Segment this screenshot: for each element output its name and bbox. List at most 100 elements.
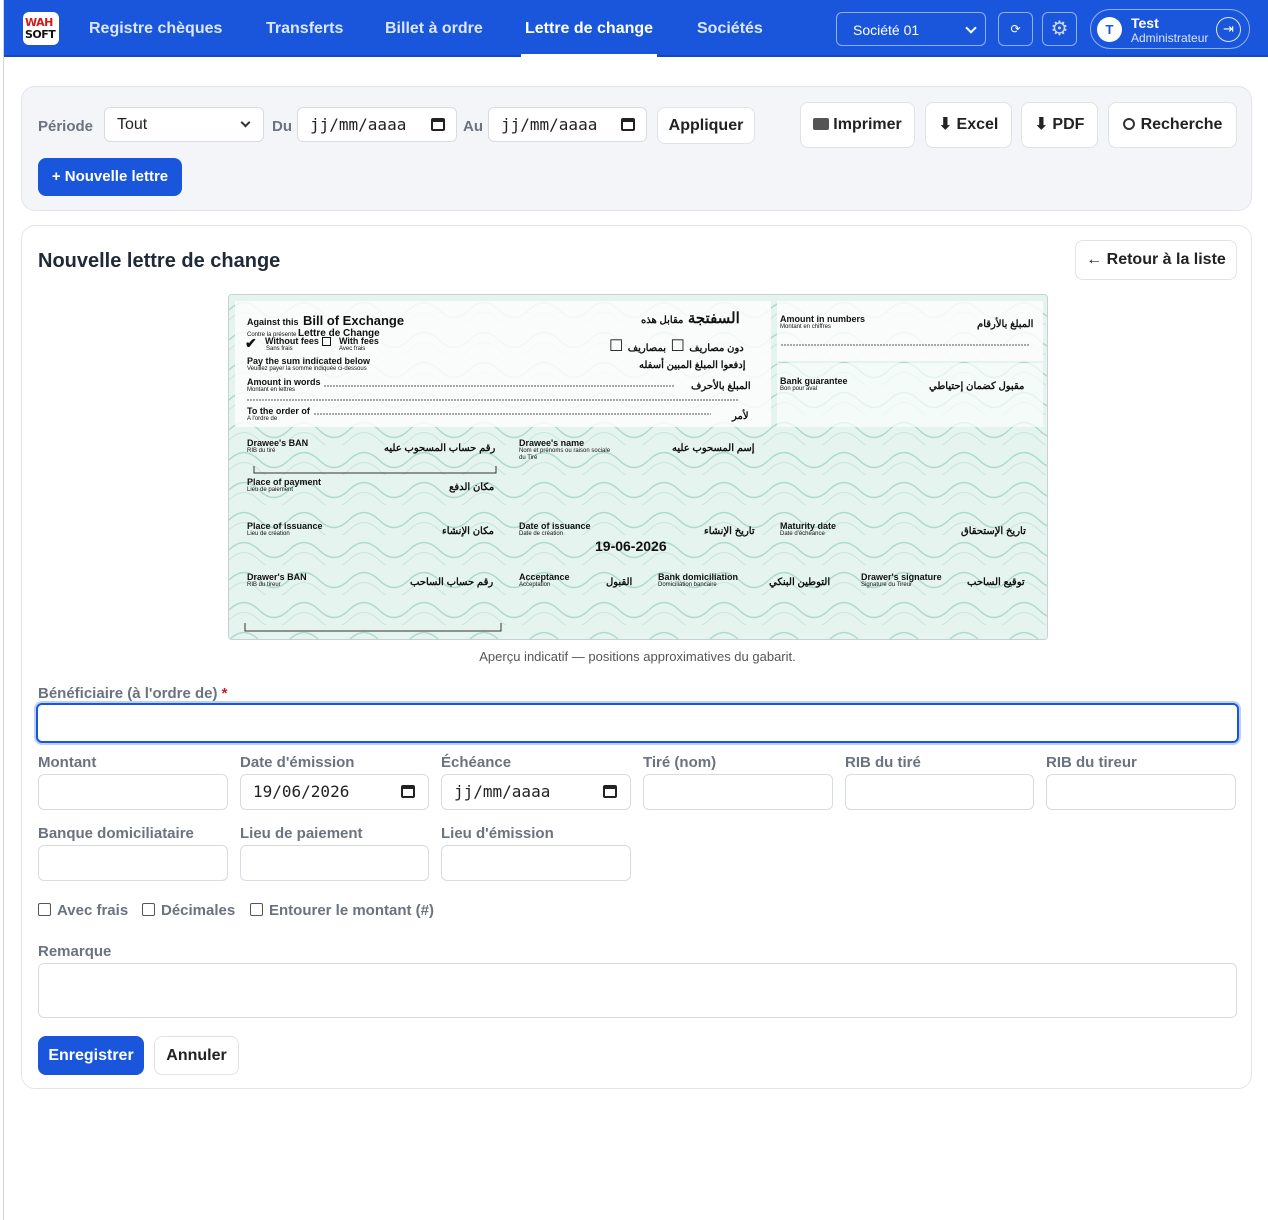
check-date-issuance-ar: تاريخ الإنشاء: [704, 526, 755, 537]
du-date-input[interactable]: jj/mm/aaaa: [297, 107, 457, 142]
page-title: Nouvelle lettre de change: [38, 250, 281, 272]
search-icon: [1122, 118, 1135, 130]
new-letter-form: Nouvelle lettre de change ← Retour à la …: [21, 225, 1252, 1089]
date-emission-input[interactable]: 19/06/2026: [240, 774, 429, 810]
rib-tireur-input[interactable]: [1046, 774, 1236, 810]
nav-societes[interactable]: Sociétés: [697, 0, 763, 57]
checkmark-icon: ✔: [245, 335, 257, 351]
preview-caption: Aperçu indicatif — positions approximati…: [479, 649, 796, 664]
rib-tireur-label: RIB du tireur: [1046, 754, 1137, 771]
remarque-textarea[interactable]: [38, 963, 1237, 1018]
filter-toolbar: Période Tout Du jj/mm/aaaa Au jj/mm/aaaa…: [21, 86, 1252, 211]
au-date-input[interactable]: jj/mm/aaaa: [488, 107, 647, 142]
back-to-list-button[interactable]: ← Retour à la liste: [1075, 240, 1237, 280]
calendar-icon[interactable]: [621, 118, 635, 131]
check-amount-words-ar: المبلغ بالأحرف: [691, 381, 751, 392]
search-button[interactable]: Recherche: [1108, 102, 1237, 148]
check-maturity: Maturity date Date d'échéance: [780, 521, 837, 538]
beneficiaire-label: Bénéficiaire (à l'ordre de) *: [38, 685, 228, 702]
lieu-paiement-label: Lieu de paiement: [240, 825, 363, 842]
date-emission-label: Date d'émission: [240, 754, 355, 771]
check-bank-dom-ar: التوطين البنكي: [769, 577, 831, 588]
user-name: Test: [1131, 15, 1159, 31]
refresh-button[interactable]: ⟳: [998, 12, 1033, 46]
search-button-label: Recherche: [1140, 116, 1223, 133]
check-amount-words: Amount in words Montant en lettres: [247, 377, 321, 394]
banque-input[interactable]: [38, 845, 228, 881]
save-button[interactable]: Enregistrer: [38, 1036, 144, 1075]
checkbox-icon[interactable]: [38, 903, 51, 916]
top-navbar: WAH SOFT Registre chèques Transferts Bil…: [4, 0, 1268, 57]
decimales-checkbox[interactable]: Décimales: [142, 902, 235, 919]
check-drawer-ban-ar: رقم حساب الساحب: [410, 577, 494, 588]
check-drawee-ban-ar: رقم حساب المسحوب عليه: [384, 443, 496, 454]
tire-input[interactable]: [643, 774, 833, 810]
excel-button[interactable]: ⬇ Excel: [925, 102, 1012, 148]
echeance-value: jj/mm/aaaa: [454, 782, 551, 801]
check-pay-sum: Pay the sum indicated below Veuillez paye…: [247, 356, 371, 373]
checkbox-icon[interactable]: [250, 903, 263, 916]
print-button-label: Imprimer: [833, 116, 902, 133]
check-acceptance: Acceptance Acceptation: [519, 572, 570, 589]
user-menu[interactable]: T Test Administrateur ⇥: [1090, 9, 1250, 49]
gear-icon: ⚙: [1050, 18, 1069, 40]
periode-label: Période: [38, 118, 94, 135]
tire-label: Tiré (nom): [643, 754, 717, 771]
echeance-label: Échéance: [441, 754, 512, 771]
check-title-en: Against this Bill of Exchange Contre la …: [247, 313, 405, 339]
echeance-input[interactable]: jj/mm/aaaa: [441, 774, 631, 810]
avec-frais-checkbox[interactable]: Avec frais: [38, 902, 128, 919]
logo-bottom-text: SOFT: [25, 28, 56, 41]
check-drawer-ban: Drawer's BAN RIB du tireur: [247, 572, 307, 589]
chevron-down-icon: [965, 22, 977, 34]
check-acceptance-ar: القبول: [606, 577, 633, 588]
check-place-payment-ar: مكان الدفع: [449, 482, 495, 493]
download-icon: ⬇: [1034, 116, 1053, 133]
company-select[interactable]: Société 01: [836, 12, 986, 46]
check-without-fees: ✔: [245, 335, 257, 353]
check-maturity-ar: تاريخ الإستحقاق: [961, 526, 1026, 537]
new-letter-button[interactable]: + Nouvelle lettre: [38, 158, 182, 196]
calendar-icon[interactable]: [431, 118, 445, 131]
rib-tire-label: RIB du tiré: [845, 754, 921, 771]
calendar-icon[interactable]: [401, 785, 415, 798]
date-emission-value: 19/06/2026: [253, 782, 350, 801]
periode-select[interactable]: Tout: [104, 107, 264, 142]
lieu-emission-input[interactable]: [441, 845, 631, 881]
app-logo[interactable]: WAH SOFT: [23, 12, 59, 45]
beneficiaire-input[interactable]: [36, 703, 1239, 743]
cancel-button[interactable]: Annuler: [154, 1036, 239, 1075]
check-date-issuance: Date of issuance Date de création: [519, 521, 591, 538]
nav-billet-a-ordre[interactable]: Billet à ordre: [385, 0, 483, 57]
logout-icon[interactable]: ⇥: [1216, 17, 1241, 42]
settings-button[interactable]: ⚙: [1042, 12, 1077, 46]
user-role: Administrateur: [1131, 31, 1209, 45]
bill-of-exchange-preview: Against this Bill of Exchange Contre la …: [228, 294, 1048, 640]
montant-input[interactable]: [38, 774, 228, 810]
calendar-icon[interactable]: [603, 785, 617, 798]
check-bank-guarantee: Bank guarantee Bon pour aval: [780, 376, 848, 393]
montant-label: Montant: [38, 754, 97, 771]
periode-select-value: Tout: [117, 116, 148, 133]
check-date-value: 19-06-2026: [595, 538, 667, 554]
check-drawee-name-ar: إسم المسحوب عليه: [672, 443, 755, 454]
print-button[interactable]: Imprimer: [800, 102, 915, 148]
check-pay-sum-ar: إدفعوا المبلغ المبين أسفله: [639, 360, 746, 371]
nav-registre-cheques[interactable]: Registre chèques: [89, 0, 222, 57]
lieu-paiement-input[interactable]: [240, 845, 429, 881]
apply-button[interactable]: Appliquer: [657, 107, 755, 144]
du-date-value: jj/mm/aaaa: [310, 115, 407, 134]
check-to-order-ar: لأمر: [732, 411, 749, 422]
checkbox-icon[interactable]: [142, 903, 155, 916]
pdf-button[interactable]: ⬇ PDF: [1021, 102, 1098, 148]
nav-lettre-de-change[interactable]: Lettre de change: [521, 0, 658, 57]
check-bank-guarantee-ar: مقبول كضمان إحتياطي: [929, 381, 1025, 392]
check-amount-numbers: Amount in numbers Montant en chiffres: [780, 314, 865, 331]
chevron-down-icon: [240, 117, 251, 128]
entourer-montant-checkbox[interactable]: Entourer le montant (#): [250, 902, 434, 919]
pdf-button-label: PDF: [1052, 116, 1085, 133]
nav-lettre-de-change-label: Lettre de change: [525, 19, 654, 37]
nav-transferts[interactable]: Transferts: [266, 0, 343, 57]
rib-tire-input[interactable]: [845, 774, 1034, 810]
check-drawee-name: Drawee's name Nom et prénoms ou raison so…: [519, 438, 611, 462]
